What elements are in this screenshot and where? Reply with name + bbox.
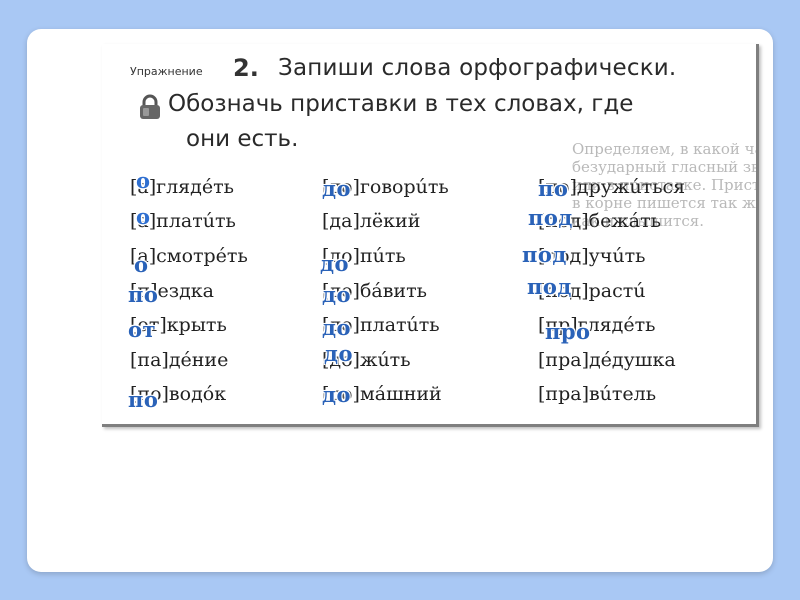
task-line-3: они есть. bbox=[186, 126, 299, 152]
answer-badge-c1-1: о bbox=[136, 168, 151, 193]
word-c3-6: [пра]дéдушка bbox=[538, 349, 676, 371]
answer-badge-c3-2: под bbox=[528, 205, 573, 230]
task-line-1: Запиши слова орфографически. bbox=[278, 55, 677, 81]
answer-badge-c2-4: до bbox=[322, 282, 352, 307]
answer-badge-c3-3: под bbox=[522, 242, 567, 267]
exercise-number: 2. bbox=[233, 54, 259, 82]
answer-badge-c2-5: до bbox=[322, 315, 352, 340]
lock-icon bbox=[140, 94, 160, 119]
answer-badge-c1-4: по bbox=[128, 282, 159, 307]
answer-badge-c2-6: до bbox=[324, 341, 354, 366]
answer-badge-c3-4: под bbox=[527, 274, 572, 299]
answer-badge-c3-1: по bbox=[538, 176, 569, 201]
answer-badge-c2-3: до bbox=[320, 251, 350, 276]
answer-badge-c1-3: о bbox=[134, 252, 149, 277]
answer-badge-c2-7: до bbox=[322, 382, 352, 407]
word-c3-7: [пра]вúтель bbox=[538, 383, 657, 405]
answer-badge-c1-5: от bbox=[128, 317, 157, 342]
task-line-2: Обозначь приставки в тех словах, где bbox=[168, 91, 634, 117]
word-c2-2: [да]лёкий bbox=[322, 210, 421, 232]
exercise-label: Упражнение bbox=[130, 65, 203, 78]
answer-badge-c2-1: до bbox=[322, 176, 352, 201]
answer-badge-c1-2: о bbox=[136, 204, 151, 229]
answer-badge-c1-7: по bbox=[128, 387, 159, 412]
answer-badge-c3-5: про bbox=[545, 319, 591, 344]
word-c1-6: [па]дéние bbox=[130, 349, 229, 371]
